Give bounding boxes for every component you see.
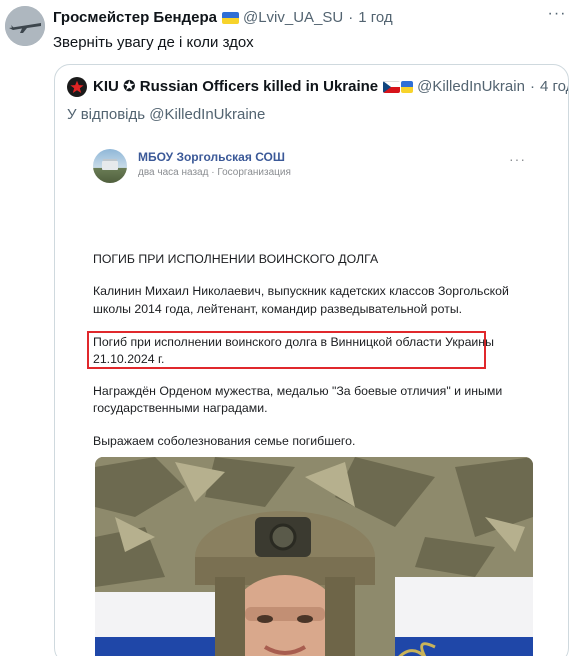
author-name[interactable]: Гросмейстер Бендера bbox=[53, 9, 217, 27]
ukraine-flag-icon bbox=[401, 81, 414, 93]
quoted-tweet-time: 4 год bbox=[539, 78, 568, 95]
page-category: Госорганизация bbox=[217, 167, 291, 178]
author-handle[interactable]: @Lviv_UA_SU bbox=[243, 9, 343, 27]
separator-dot: · bbox=[529, 78, 535, 95]
post-title: ПОГИБ ПРИ ИСПОЛНЕНИИ ВОИНСКОГО ДОЛГА bbox=[93, 252, 379, 266]
tweet-header: Гросмейстер Бендера @Lviv_UA_SU · 1 год bbox=[53, 9, 393, 27]
tweet[interactable]: Гросмейстер Бендера @Lviv_UA_SU · 1 год … bbox=[0, 0, 578, 656]
reply-to-label: У відповідь @KilledInUkraine bbox=[67, 106, 266, 123]
post-time: два часа назад bbox=[138, 167, 209, 178]
post-line: Калинин Михаил Николаевич, выпускник кад… bbox=[93, 284, 509, 298]
post-meta: два часа назад · Госорганизация bbox=[138, 167, 291, 178]
page-avatar bbox=[93, 149, 127, 183]
post-line: государственными наградами. bbox=[93, 401, 268, 415]
post-line: Выражаем соболезнования семье погибшего. bbox=[93, 434, 356, 448]
more-dots-icon[interactable]: ··· bbox=[545, 4, 569, 28]
page-name: МБОУ Зоргольская СОШ bbox=[138, 150, 285, 164]
red-star-icon bbox=[70, 80, 84, 93]
ukraine-flag-icon bbox=[221, 12, 239, 24]
tweet-text: Зверніть увагу де і коли здох bbox=[53, 34, 254, 51]
quoted-tweet-header: KIU ✪ Russian Officers killed in Ukraine… bbox=[67, 77, 568, 97]
soldier-photo bbox=[95, 457, 533, 656]
soldier-photo-image bbox=[95, 457, 533, 656]
quoted-author-name: KIU ✪ Russian Officers killed in Ukraine bbox=[93, 78, 379, 95]
highlighted-date: 21.10.2024 г. bbox=[93, 352, 165, 366]
highlighted-line: Погиб при исполнении воинского долга в В… bbox=[93, 335, 494, 349]
aircraft-avatar-icon bbox=[5, 6, 45, 46]
quoted-author-avatar bbox=[67, 77, 87, 97]
quoted-media-screenshot[interactable]: МБОУ Зоргольская СОШ два часа назад · Го… bbox=[67, 139, 560, 656]
user-avatar[interactable] bbox=[5, 6, 45, 46]
quoted-author-handle: @KilledInUkrain bbox=[417, 78, 525, 95]
separator-dot: · bbox=[348, 9, 354, 26]
quoted-tweet[interactable]: KIU ✪ Russian Officers killed in Ukraine… bbox=[54, 64, 569, 656]
post-line: школы 2014 года, лейтенант, командир раз… bbox=[93, 302, 463, 316]
more-dots-icon: ··· bbox=[509, 151, 526, 167]
czech-flag-icon bbox=[383, 81, 401, 93]
tweet-time[interactable]: 1 год bbox=[358, 9, 392, 27]
post-line: Награждён Орденом мужества, медалью "За … bbox=[93, 384, 503, 398]
